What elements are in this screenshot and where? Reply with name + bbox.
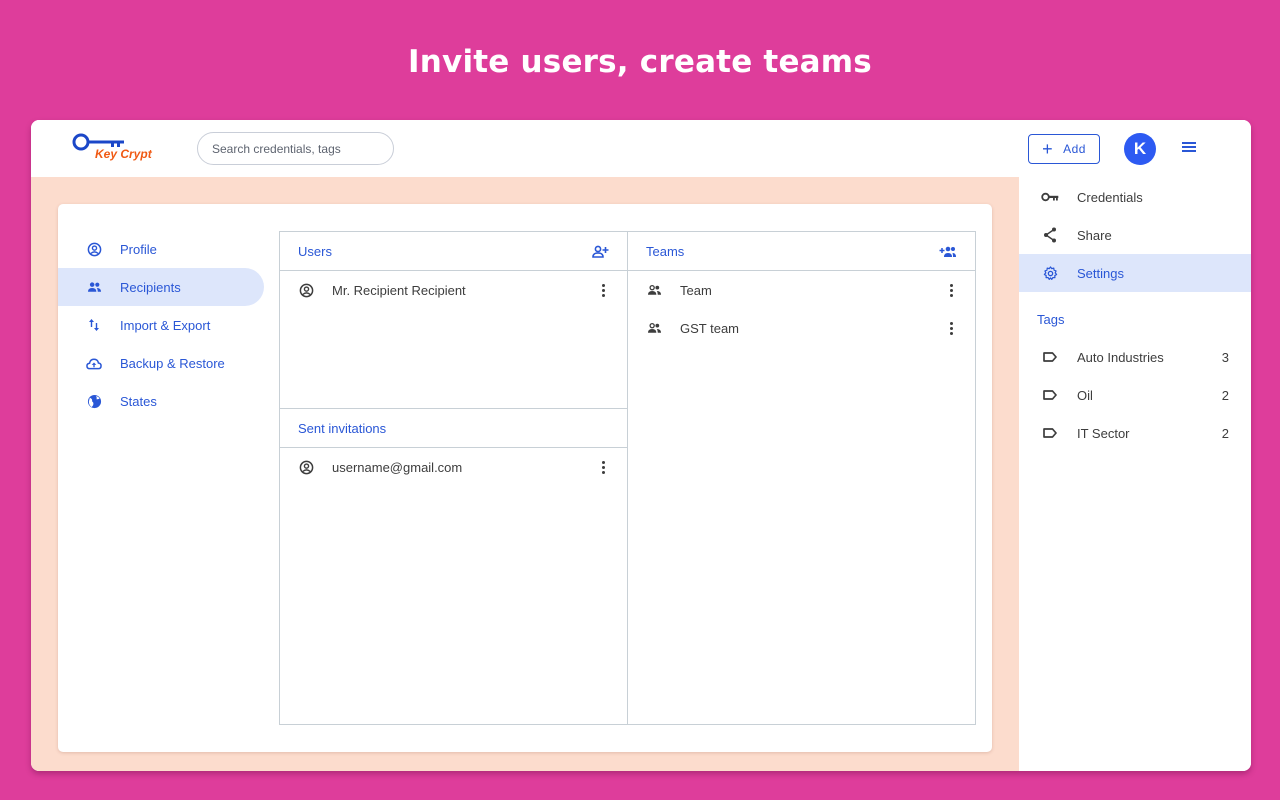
logo[interactable]: Key Crypt (71, 133, 167, 165)
tag-count: 2 (1221, 425, 1229, 441)
settings-nav-label: Recipients (120, 279, 181, 295)
more-vert-icon[interactable] (945, 320, 957, 336)
users-panel-header: Users (280, 232, 627, 271)
sidebar-item-label: Settings (1077, 265, 1124, 281)
people-icon (86, 279, 102, 295)
more-vert-icon[interactable] (945, 282, 957, 298)
invitations-panel: Sent invitations username@gmail.com (280, 409, 627, 486)
users-column: Users Mr. Recipient Recipient Sent invit… (280, 232, 628, 724)
tag-label: IT Sector (1077, 425, 1130, 441)
app-window: Key Crypt + Add K Profile (31, 120, 1251, 771)
people-icon (646, 320, 662, 336)
more-vert-icon[interactable] (597, 459, 609, 475)
logo-text: Key Crypt (95, 147, 152, 161)
tag-item[interactable]: Auto Industries 3 (1019, 338, 1251, 376)
page-headline: Invite users, create teams (408, 44, 872, 80)
sidebar-item-share[interactable]: Share (1019, 216, 1251, 254)
teams-panel-header: Teams (628, 232, 975, 271)
settings-nav-recipients[interactable]: Recipients (58, 268, 264, 306)
invitation-row[interactable]: username@gmail.com (280, 448, 627, 486)
users-panel-title: Users (298, 243, 332, 259)
tags-heading: Tags (1037, 312, 1065, 327)
cloud-upload-icon (86, 355, 102, 371)
key-icon (1041, 189, 1059, 205)
tag-item[interactable]: IT Sector 2 (1019, 414, 1251, 452)
tag-label: Oil (1077, 387, 1093, 403)
account-circle-icon (298, 282, 314, 298)
team-row[interactable]: Team (628, 271, 975, 309)
add-button-label: Add (1063, 142, 1086, 156)
plus-icon: + (1042, 139, 1054, 159)
search-input[interactable] (197, 132, 394, 165)
label-icon (1043, 426, 1059, 440)
account-circle-icon (298, 459, 314, 475)
settings-nav-label: Profile (120, 241, 157, 257)
main-content: Profile Recipients Import & Export Backu… (31, 177, 1019, 771)
invitations-panel-title: Sent invitations (298, 420, 387, 436)
settings-nav-label: Import & Export (120, 317, 211, 333)
people-icon (646, 282, 662, 298)
user-row[interactable]: Mr. Recipient Recipient (280, 271, 627, 309)
gear-icon (1041, 265, 1059, 281)
tag-label: Auto Industries (1077, 349, 1164, 365)
tag-item[interactable]: Oil 2 (1019, 376, 1251, 414)
users-panel: Users Mr. Recipient Recipient (280, 232, 627, 409)
sidebar-item-label: Credentials (1077, 189, 1143, 205)
sidebar-item-credentials[interactable]: Credentials (1019, 178, 1251, 216)
account-circle-icon (86, 241, 102, 257)
avatar[interactable]: K (1124, 133, 1156, 165)
label-icon (1043, 350, 1059, 364)
settings-nav: Profile Recipients Import & Export Backu… (58, 230, 264, 420)
person-add-icon[interactable] (592, 245, 609, 258)
settings-nav-label: Backup & Restore (120, 355, 225, 371)
team-name: Team (680, 282, 712, 298)
settings-nav-label: States (120, 393, 157, 409)
settings-nav-states[interactable]: States (58, 382, 264, 420)
top-bar: Key Crypt + Add K (31, 120, 1251, 177)
group-add-icon[interactable] (939, 245, 957, 258)
settings-card: Profile Recipients Import & Export Backu… (58, 204, 992, 752)
teams-panel-title: Teams (646, 243, 685, 259)
label-icon (1043, 388, 1059, 402)
add-button[interactable]: + Add (1028, 134, 1100, 164)
settings-nav-import-export[interactable]: Import & Export (58, 306, 264, 344)
settings-nav-profile[interactable]: Profile (58, 230, 264, 268)
tag-count: 2 (1221, 387, 1229, 403)
teams-panel: Teams Team GST team (628, 232, 975, 724)
hamburger-menu-icon[interactable] (1182, 142, 1196, 154)
user-name: Mr. Recipient Recipient (332, 282, 466, 298)
settings-nav-backup-restore[interactable]: Backup & Restore (58, 344, 264, 382)
recipients-panels: Users Mr. Recipient Recipient Sent invit… (279, 231, 976, 725)
tag-count: 3 (1221, 349, 1229, 365)
team-row[interactable]: GST team (628, 309, 975, 347)
sidebar-item-settings[interactable]: Settings (1019, 254, 1251, 292)
globe-icon (86, 393, 102, 409)
swap-vertical-icon (86, 317, 102, 333)
right-sidebar: Credentials Share Settings Tags Auto Ind… (1019, 177, 1251, 771)
sidebar-item-label: Share (1077, 227, 1112, 243)
invitation-email: username@gmail.com (332, 459, 463, 475)
more-vert-icon[interactable] (597, 282, 609, 298)
invitations-panel-header: Sent invitations (280, 409, 627, 448)
team-name: GST team (680, 320, 740, 336)
share-icon (1041, 227, 1059, 243)
